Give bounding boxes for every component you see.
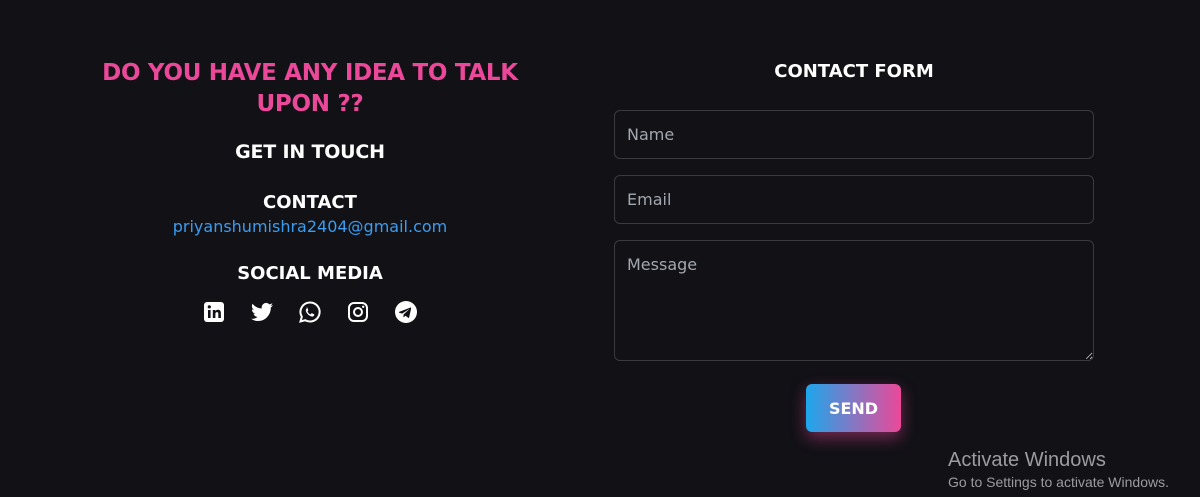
- contact-heading: CONTACT: [263, 192, 357, 213]
- telegram-icon[interactable]: [394, 300, 418, 324]
- social-media-heading: SOCIAL MEDIA: [237, 263, 383, 284]
- headline: DO YOU HAVE ANY IDEA TO TALK UPON ??: [102, 60, 518, 117]
- whatsapp-icon[interactable]: [298, 300, 322, 324]
- twitter-icon[interactable]: [250, 300, 274, 324]
- linkedin-icon[interactable]: [202, 300, 226, 324]
- email-input[interactable]: [614, 175, 1094, 224]
- send-button[interactable]: SEND: [806, 384, 901, 432]
- contact-info-section: DO YOU HAVE ANY IDEA TO TALK UPON ?? GET…: [60, 58, 560, 324]
- contact-form-title: CONTACT FORM: [774, 61, 934, 82]
- contact-form: CONTACT FORM SEND: [614, 58, 1094, 432]
- windows-activation-watermark: Activate Windows Go to Settings to activ…: [948, 449, 1169, 490]
- get-in-touch-heading: GET IN TOUCH: [235, 141, 385, 163]
- social-links: [60, 300, 560, 324]
- instagram-icon[interactable]: [346, 300, 370, 324]
- watermark-subtitle: Go to Settings to activate Windows.: [948, 474, 1169, 490]
- name-input[interactable]: [614, 110, 1094, 159]
- email-link[interactable]: priyanshumishra2404@gmail.com: [173, 217, 448, 236]
- message-textarea[interactable]: [614, 240, 1094, 361]
- watermark-title: Activate Windows: [948, 449, 1106, 471]
